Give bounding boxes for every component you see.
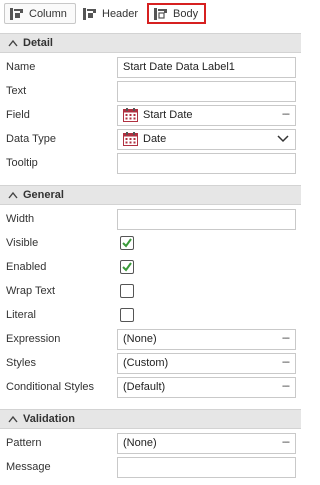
section-header-detail[interactable]: Detail: [0, 33, 301, 53]
chevron-up-icon: [8, 415, 18, 423]
message-field[interactable]: [117, 456, 296, 478]
styles-ellipsis-button[interactable]: ---: [282, 357, 290, 368]
row-condstyles: Conditional Styles (Default) ---: [0, 375, 301, 399]
body-icon: [154, 7, 167, 20]
calendar-icon: [123, 132, 138, 146]
visible-label: Visible: [6, 237, 39, 249]
section-title-general: General: [23, 189, 64, 201]
tab-column[interactable]: Column: [4, 3, 76, 24]
row-visible: Visible: [0, 231, 301, 255]
row-enabled: Enabled: [0, 255, 301, 279]
expression-value: (None): [123, 333, 157, 345]
section-header-general[interactable]: General: [0, 185, 301, 205]
calendar-icon: [123, 108, 138, 122]
row-styles: Styles (Custom) ---: [0, 351, 301, 375]
name-label: Name: [6, 61, 36, 73]
chevron-up-icon: [8, 39, 18, 47]
datatype-value: Date: [143, 133, 167, 145]
section-title-validation: Validation: [23, 413, 75, 425]
literal-label: Literal: [6, 309, 36, 321]
pattern-label: Pattern: [6, 437, 42, 449]
width-label: Width: [6, 213, 35, 225]
condstyles-label: Conditional Styles: [6, 381, 95, 393]
tooltip-label: Tooltip: [6, 157, 38, 169]
header-icon: [83, 7, 96, 20]
row-datatype: Data Type Date: [0, 127, 301, 151]
expression-field[interactable]: (None) ---: [117, 328, 296, 350]
pattern-field[interactable]: (None) ---: [117, 432, 296, 454]
expression-label: Expression: [6, 333, 61, 345]
row-literal: Literal: [0, 303, 301, 327]
datatype-select[interactable]: Date: [117, 128, 296, 150]
styles-field[interactable]: (Custom) ---: [117, 352, 296, 374]
row-width: Width: [0, 207, 301, 231]
section-header-validation[interactable]: Validation: [0, 409, 301, 429]
column-icon: [10, 7, 23, 20]
name-field[interactable]: Start Date Data Label1: [117, 56, 296, 78]
name-value: Start Date Data Label1: [123, 61, 235, 73]
checkmark-icon: [122, 238, 132, 248]
tooltip-field[interactable]: [117, 152, 296, 174]
field-picker[interactable]: Start Date ---: [117, 104, 296, 126]
tab-header[interactable]: Header: [80, 3, 144, 24]
property-panel: Detail Name Start Date Data Label1 Text …: [0, 33, 301, 485]
tab-bar: Column Header Body: [0, 0, 301, 26]
condstyles-ellipsis-button[interactable]: ---: [282, 381, 290, 392]
tab-column-label: Column: [29, 7, 67, 20]
wraptext-label: Wrap Text: [6, 285, 56, 297]
pattern-value: (None): [123, 437, 157, 449]
chevron-up-icon: [8, 191, 18, 199]
field-ellipsis-button[interactable]: ---: [282, 109, 290, 120]
row-pattern: Pattern (None) ---: [0, 431, 301, 455]
styles-value: (Custom): [123, 357, 169, 369]
message-label: Message: [6, 461, 51, 473]
expression-ellipsis-button[interactable]: ---: [282, 333, 290, 344]
text-field[interactable]: [117, 80, 296, 102]
row-wraptext: Wrap Text: [0, 279, 301, 303]
enabled-label: Enabled: [6, 261, 47, 273]
styles-label: Styles: [6, 357, 36, 369]
tab-header-label: Header: [102, 7, 139, 20]
text-label: Text: [6, 85, 27, 97]
checkmark-icon: [122, 262, 132, 272]
section-title-detail: Detail: [23, 37, 53, 49]
tab-body[interactable]: Body: [147, 3, 206, 24]
tab-body-label: Body: [173, 7, 199, 20]
chevron-down-icon[interactable]: [277, 134, 289, 143]
condstyles-field[interactable]: (Default) ---: [117, 376, 296, 398]
field-label: Field: [6, 109, 30, 121]
row-tooltip: Tooltip: [0, 151, 301, 175]
row-expression: Expression (None) ---: [0, 327, 301, 351]
field-value: Start Date: [143, 109, 193, 121]
width-field[interactable]: [117, 208, 296, 230]
row-text: Text: [0, 79, 301, 103]
row-field: Field Start Date ---: [0, 103, 301, 127]
enabled-checkbox[interactable]: [120, 260, 134, 274]
row-message: Message: [0, 455, 301, 479]
condstyles-value: (Default): [123, 381, 166, 393]
visible-checkbox[interactable]: [120, 236, 134, 250]
wraptext-checkbox[interactable]: [120, 284, 134, 298]
datatype-label: Data Type: [6, 133, 56, 145]
literal-checkbox[interactable]: [120, 308, 134, 322]
pattern-ellipsis-button[interactable]: ---: [282, 437, 290, 448]
row-name: Name Start Date Data Label1: [0, 55, 301, 79]
